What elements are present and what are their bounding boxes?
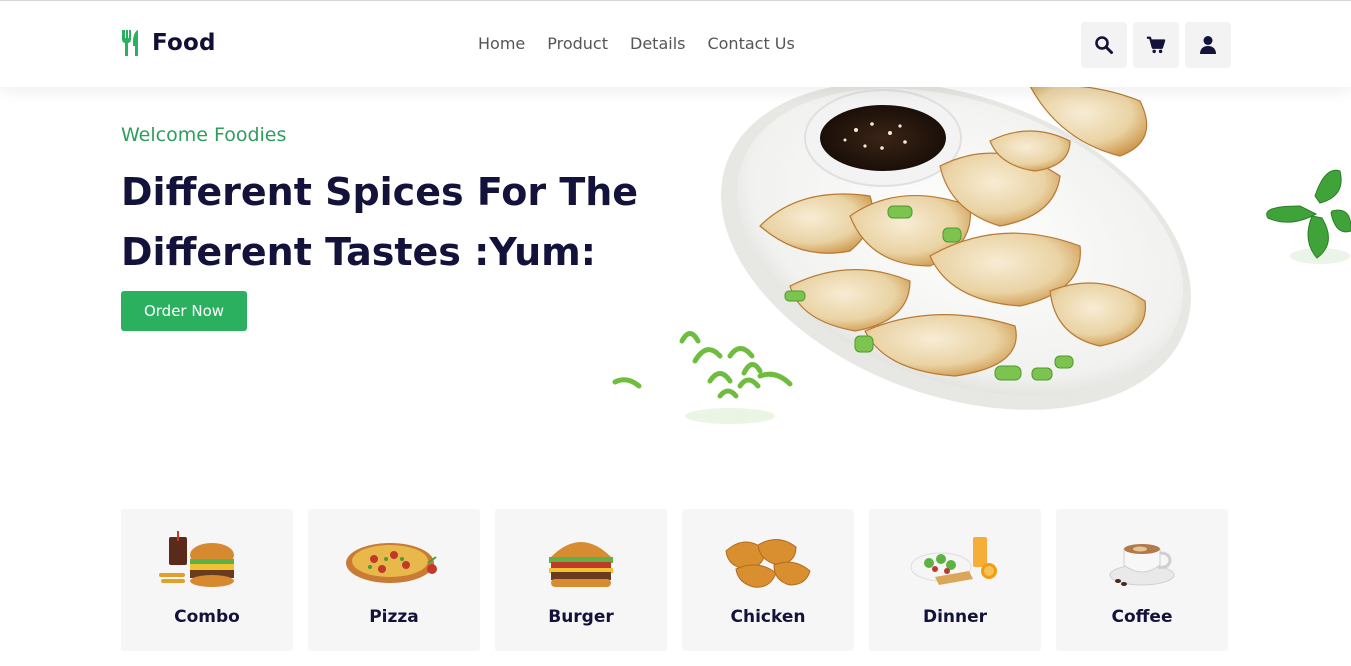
category-label: Combo [174, 607, 240, 627]
nav-details[interactable]: Details [630, 34, 685, 53]
combo-image [159, 531, 234, 587]
fork-knife-icon [122, 30, 138, 56]
category-card-pizza[interactable]: Pizza [308, 509, 480, 651]
category-label: Pizza [369, 607, 419, 627]
category-card-coffee[interactable]: Coffee [1056, 509, 1228, 651]
nav-contact-us[interactable]: Contact Us [707, 34, 794, 53]
coffee-image [1109, 544, 1175, 586]
hero-headline-line2: Different Tastes :Yum: [121, 230, 596, 274]
chicken-image [725, 539, 811, 588]
main-nav: Home Product Details Contact Us [478, 34, 795, 53]
header-actions [1081, 22, 1231, 68]
search-icon [1095, 36, 1113, 54]
category-card-combo[interactable]: Combo [121, 509, 293, 651]
hero-headline: Different Spices For The Different Taste… [121, 162, 641, 282]
order-now-button[interactable]: Order Now [121, 291, 247, 331]
category-card-burger[interactable]: Burger [495, 509, 667, 651]
site-header: Food Home Product Details Contact Us [0, 1, 1351, 87]
brand-logo[interactable]: Food [121, 29, 216, 57]
search-button[interactable] [1081, 22, 1127, 68]
hero-headline-line1: Different Spices For The [121, 170, 639, 214]
dinner-image [910, 537, 997, 585]
category-label: Chicken [730, 607, 806, 627]
category-label: Burger [548, 607, 614, 627]
welcome-tagline: Welcome Foodies [121, 124, 287, 146]
category-list: Combo Pizza Burger Chicken Dinner Coffee [121, 509, 1228, 651]
category-label: Coffee [1111, 607, 1173, 627]
cart-icon [1146, 36, 1166, 54]
burger-image [549, 542, 613, 587]
category-card-chicken[interactable]: Chicken [682, 509, 854, 651]
brand-name: Food [152, 30, 216, 56]
nav-home[interactable]: Home [478, 34, 525, 53]
pizza-image [346, 543, 437, 583]
user-icon [1200, 36, 1216, 54]
cart-button[interactable] [1133, 22, 1179, 68]
hero-dumplings-image [612, 86, 1351, 424]
category-card-dinner[interactable]: Dinner [869, 509, 1041, 651]
nav-product[interactable]: Product [547, 34, 608, 53]
account-button[interactable] [1185, 22, 1231, 68]
category-label: Dinner [922, 607, 988, 627]
